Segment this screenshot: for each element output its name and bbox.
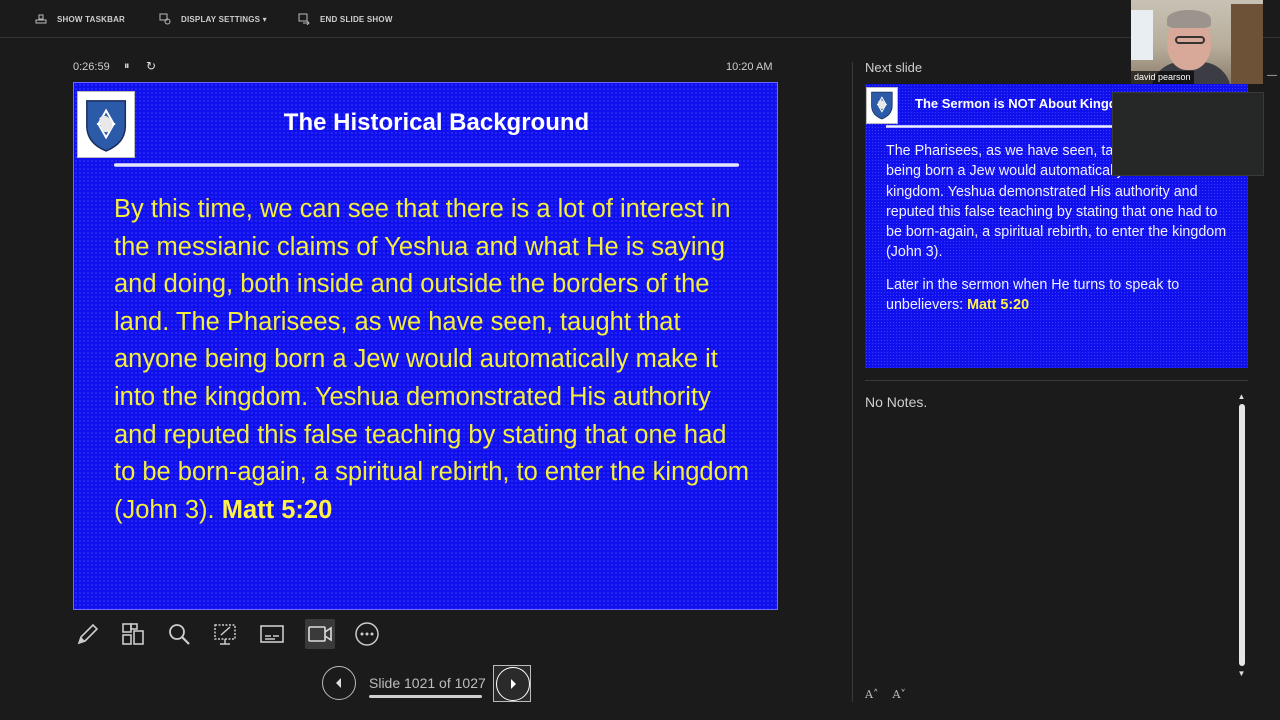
next-slide-title: The Sermon is NOT About Kingdom — [915, 96, 1137, 111]
end-slide-show-label: END SLIDE SHOW — [320, 14, 393, 24]
see-all-slides-button[interactable] — [118, 619, 148, 649]
camera-icon — [308, 626, 332, 642]
camera-toggle-button[interactable] — [305, 619, 335, 649]
laser-pointer-button[interactable] — [210, 619, 240, 649]
subtitles-button[interactable] — [257, 619, 287, 649]
webcam-background-shelf — [1231, 4, 1263, 84]
display-settings-icon — [159, 13, 171, 25]
overlay-panel — [1112, 92, 1264, 176]
webcam-feed[interactable]: david pearson — [1131, 0, 1263, 84]
title-divider — [114, 163, 739, 167]
next-slide-circle[interactable] — [496, 667, 530, 701]
grid-icon — [122, 623, 144, 645]
participant-name: david pearson — [1131, 71, 1194, 84]
scripture-reference: Matt 5:20 — [221, 495, 333, 524]
webcam-person-hair — [1167, 10, 1211, 28]
display-settings-label: DISPLAY SETTINGS ▾ — [181, 14, 267, 24]
pause-icon[interactable]: ⏸ — [124, 60, 130, 73]
presenter-toolbar: SHOW TASKBAR DISPLAY SETTINGS ▾ END SLID… — [0, 0, 1280, 38]
decrease-font-size-button[interactable]: A˅ — [892, 688, 905, 701]
next-slide-paragraph-2-text: Later in the sermon when He turns to spe… — [886, 277, 1180, 314]
lion-shield-icon — [871, 92, 893, 120]
previous-slide-button[interactable] — [322, 666, 356, 700]
restart-timer-icon[interactable]: ↻ — [146, 59, 156, 73]
display-settings-button[interactable]: DISPLAY SETTINGS ▾ — [159, 13, 267, 25]
more-options-button[interactable] — [352, 619, 382, 649]
previous-arrow-icon — [336, 678, 341, 688]
magnifier-icon — [169, 624, 190, 645]
notes-divider[interactable] — [865, 380, 1248, 381]
church-logo-small — [866, 87, 898, 124]
lion-shield-icon — [86, 99, 126, 152]
pen-icon — [77, 623, 99, 645]
slide-title: The Historical Background — [283, 109, 590, 136]
end-show-icon — [298, 13, 310, 25]
slide-counter[interactable]: Slide 1021 of 1027 — [369, 675, 486, 691]
pane-divider[interactable] — [852, 62, 853, 702]
more-options-icon — [355, 622, 379, 646]
scroll-down-arrow-icon[interactable]: ▼ — [1236, 669, 1247, 679]
current-slide[interactable]: The Historical Background By this time, … — [73, 82, 778, 610]
show-taskbar-button[interactable]: SHOW TASKBAR — [35, 13, 125, 25]
current-time: 10:20 AM — [726, 61, 773, 73]
slide-progress-bar — [369, 695, 482, 698]
next-slide-reference: Matt 5:20 — [967, 297, 1030, 314]
pen-tool-button[interactable] — [73, 619, 103, 649]
scroll-up-arrow-icon[interactable]: ▲ — [1236, 392, 1247, 402]
laser-pointer-icon — [214, 624, 236, 645]
next-slide-label: Next slide — [865, 60, 923, 75]
notes-font-controls: A˄ A˅ — [865, 688, 906, 701]
next-slide-paragraph-2: Later in the sermon when He turns to spe… — [886, 275, 1231, 316]
notes-scrollbar[interactable]: ▲ ▼ — [1236, 392, 1247, 679]
subtitles-icon — [260, 625, 284, 643]
slide-body-text: By this time, we can see that there is a… — [114, 191, 754, 529]
webcam-background-window — [1131, 10, 1153, 60]
taskbar-icon — [35, 14, 47, 24]
next-arrow-icon — [511, 679, 516, 689]
next-slide-button[interactable] — [493, 665, 531, 702]
minimize-video-icon[interactable]: — — [1266, 70, 1278, 82]
webcam-person-glasses — [1175, 36, 1205, 44]
elapsed-timer: 0:26:59 — [73, 61, 110, 73]
scroll-thumb[interactable] — [1239, 404, 1245, 666]
slide-body-paragraph: By this time, we can see that there is a… — [114, 195, 750, 524]
end-slide-show-button[interactable]: END SLIDE SHOW — [298, 13, 393, 25]
increase-font-size-button[interactable]: A˄ — [865, 688, 878, 701]
show-taskbar-label: SHOW TASKBAR — [57, 14, 126, 24]
zoom-button[interactable] — [164, 619, 194, 649]
church-logo — [77, 91, 135, 158]
speaker-notes[interactable]: No Notes. — [865, 394, 927, 410]
